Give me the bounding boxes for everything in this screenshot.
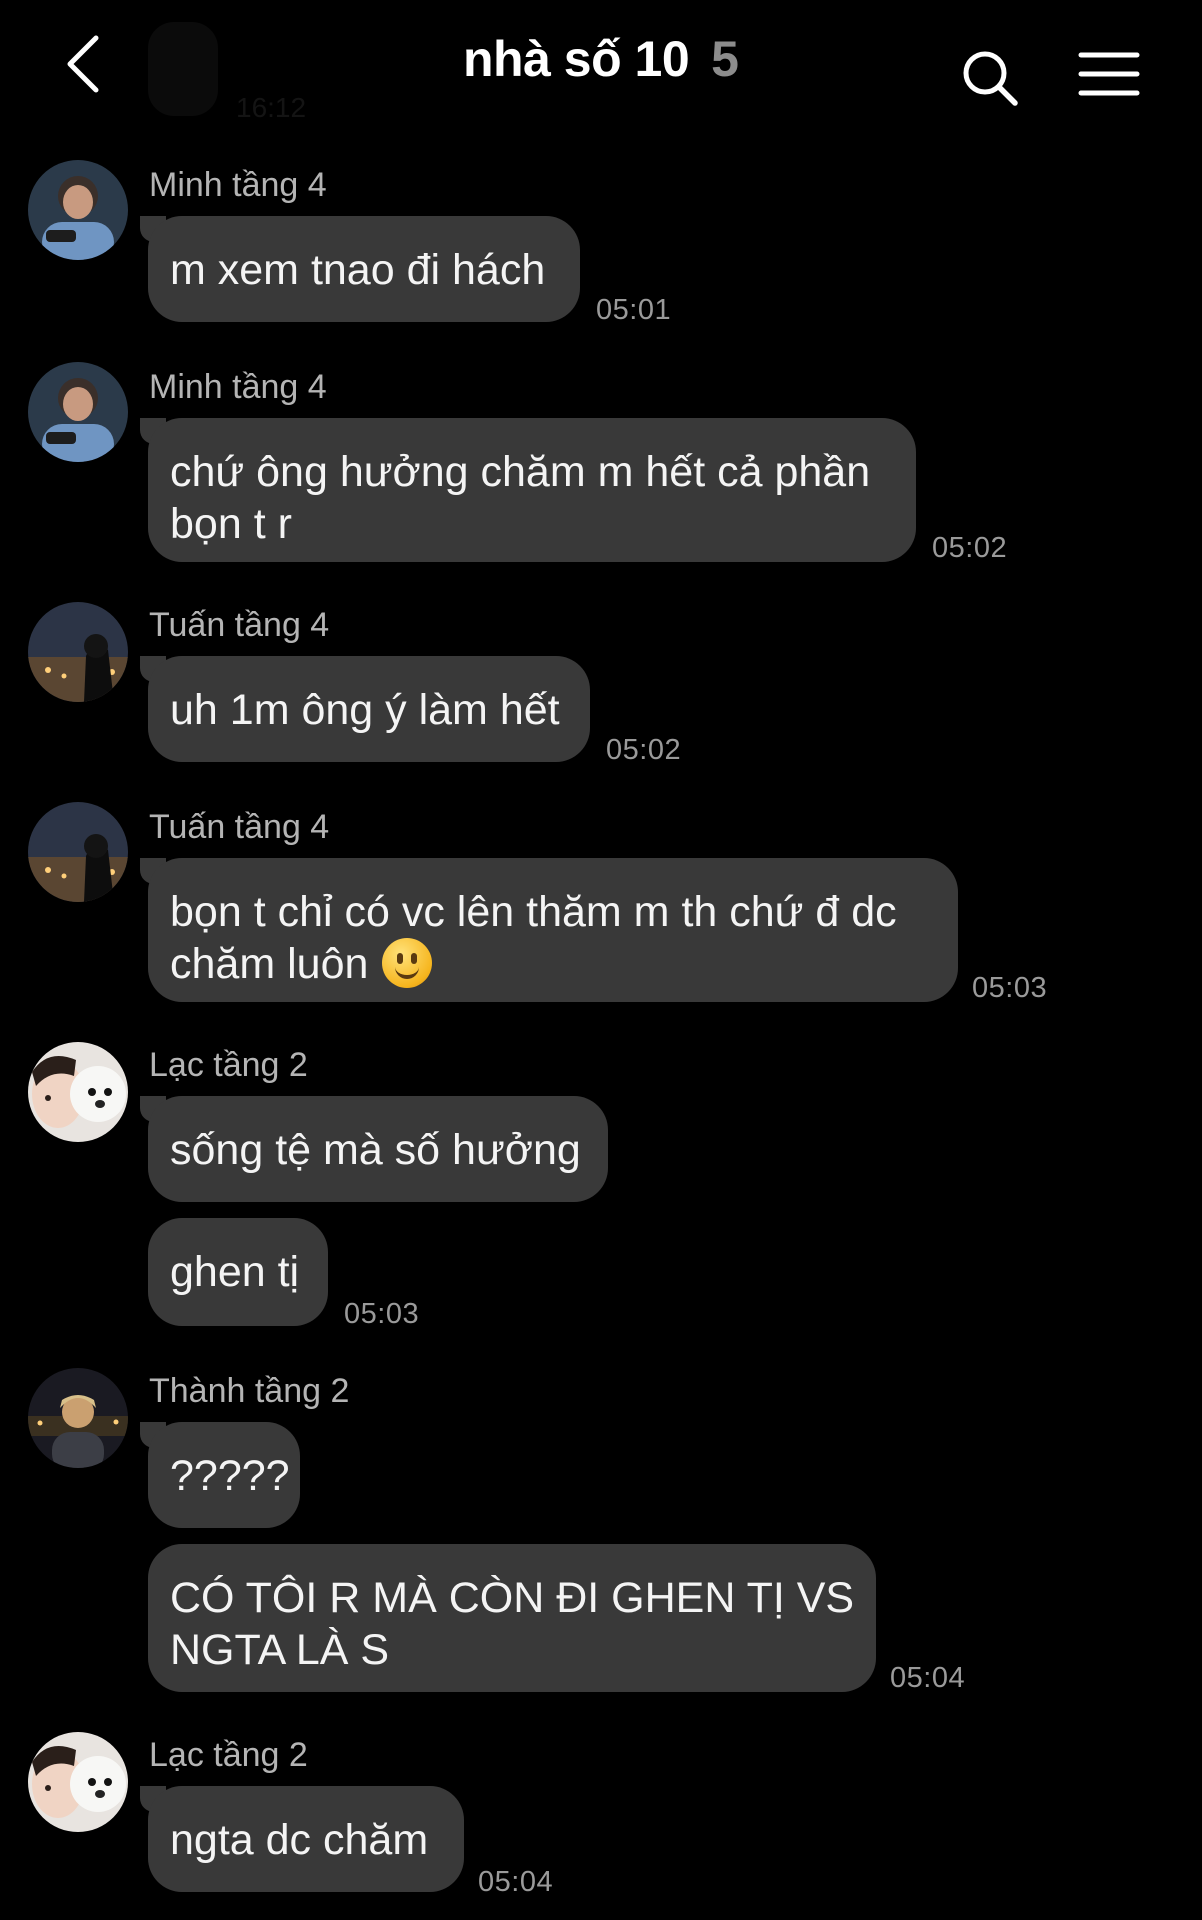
message-time: 05:02: [606, 734, 682, 766]
sender-name: Tuấn tầng 4: [149, 606, 330, 644]
avatar-minh[interactable]: [28, 362, 128, 462]
sender-name: Tuấn tầng 4: [149, 808, 330, 846]
avatar-lac[interactable]: [28, 1042, 128, 1142]
message-line: bọn t chỉ có vc lên thăm m th chứ đ dc: [170, 888, 897, 936]
message-line: NGTA LÀ S: [170, 1626, 390, 1674]
message-line: chứ ông hưởng chăm m hết cả phần: [170, 448, 871, 496]
menu-button[interactable]: [1078, 50, 1140, 100]
chat-header: 16:12 nhà số 10 5: [0, 0, 1202, 140]
message-bubble[interactable]: chứ ông hưởng chăm m hết cả phần bọn t r: [148, 418, 916, 562]
group-name: nhà số 10: [463, 31, 690, 87]
message-time: 05:04: [890, 1662, 966, 1694]
message-bubble[interactable]: ngta dc chăm: [148, 1786, 464, 1892]
message-time: 05:02: [932, 532, 1008, 564]
message-time: 05:01: [596, 294, 672, 326]
message-time: 05:04: [478, 1866, 554, 1898]
sender-name: Minh tầng 4: [149, 368, 327, 406]
slightly-smiling-face-icon: [382, 937, 433, 988]
chat-title-area[interactable]: nhà số 10 5: [0, 30, 1202, 88]
avatar-thanh[interactable]: [28, 1368, 128, 1468]
message-bubble[interactable]: bọn t chỉ có vc lên thăm m th chứ đ dc c…: [148, 858, 958, 1002]
message-time: 05:03: [344, 1298, 420, 1330]
search-button[interactable]: [960, 48, 1020, 108]
avatar-lac[interactable]: [28, 1732, 128, 1832]
member-count: 5: [711, 31, 739, 87]
sender-name: Lạc tầng 2: [149, 1046, 308, 1084]
search-icon: [963, 51, 1018, 106]
message-bubble[interactable]: uh 1m ông ý làm hết: [148, 656, 590, 762]
message-bubble[interactable]: sống tệ mà số hưởng: [148, 1096, 608, 1202]
sender-name: Thành tầng 2: [149, 1372, 350, 1410]
message-bubble[interactable]: m xem tnao đi hách: [148, 216, 580, 322]
hamburger-menu-icon: [1078, 52, 1140, 96]
avatar-minh[interactable]: [28, 160, 128, 260]
message-line: chăm luôn: [170, 937, 936, 992]
avatar-tuan[interactable]: [28, 802, 128, 902]
sender-name: Minh tầng 4: [149, 166, 327, 204]
sender-name: Lạc tầng 2: [149, 1736, 308, 1774]
avatar-tuan[interactable]: [28, 602, 128, 702]
message-line: bọn t r: [170, 500, 292, 548]
previous-message-time: 16:12: [236, 92, 307, 123]
message-line: CÓ TÔI R MÀ CÒN ĐI GHEN TỊ VS: [170, 1574, 855, 1622]
message-time: 05:03: [972, 972, 1048, 1004]
message-bubble[interactable]: ghen tị: [148, 1218, 328, 1326]
message-bubble[interactable]: ?????: [148, 1422, 300, 1528]
message-bubble[interactable]: CÓ TÔI R MÀ CÒN ĐI GHEN TỊ VS NGTA LÀ S: [148, 1544, 876, 1692]
